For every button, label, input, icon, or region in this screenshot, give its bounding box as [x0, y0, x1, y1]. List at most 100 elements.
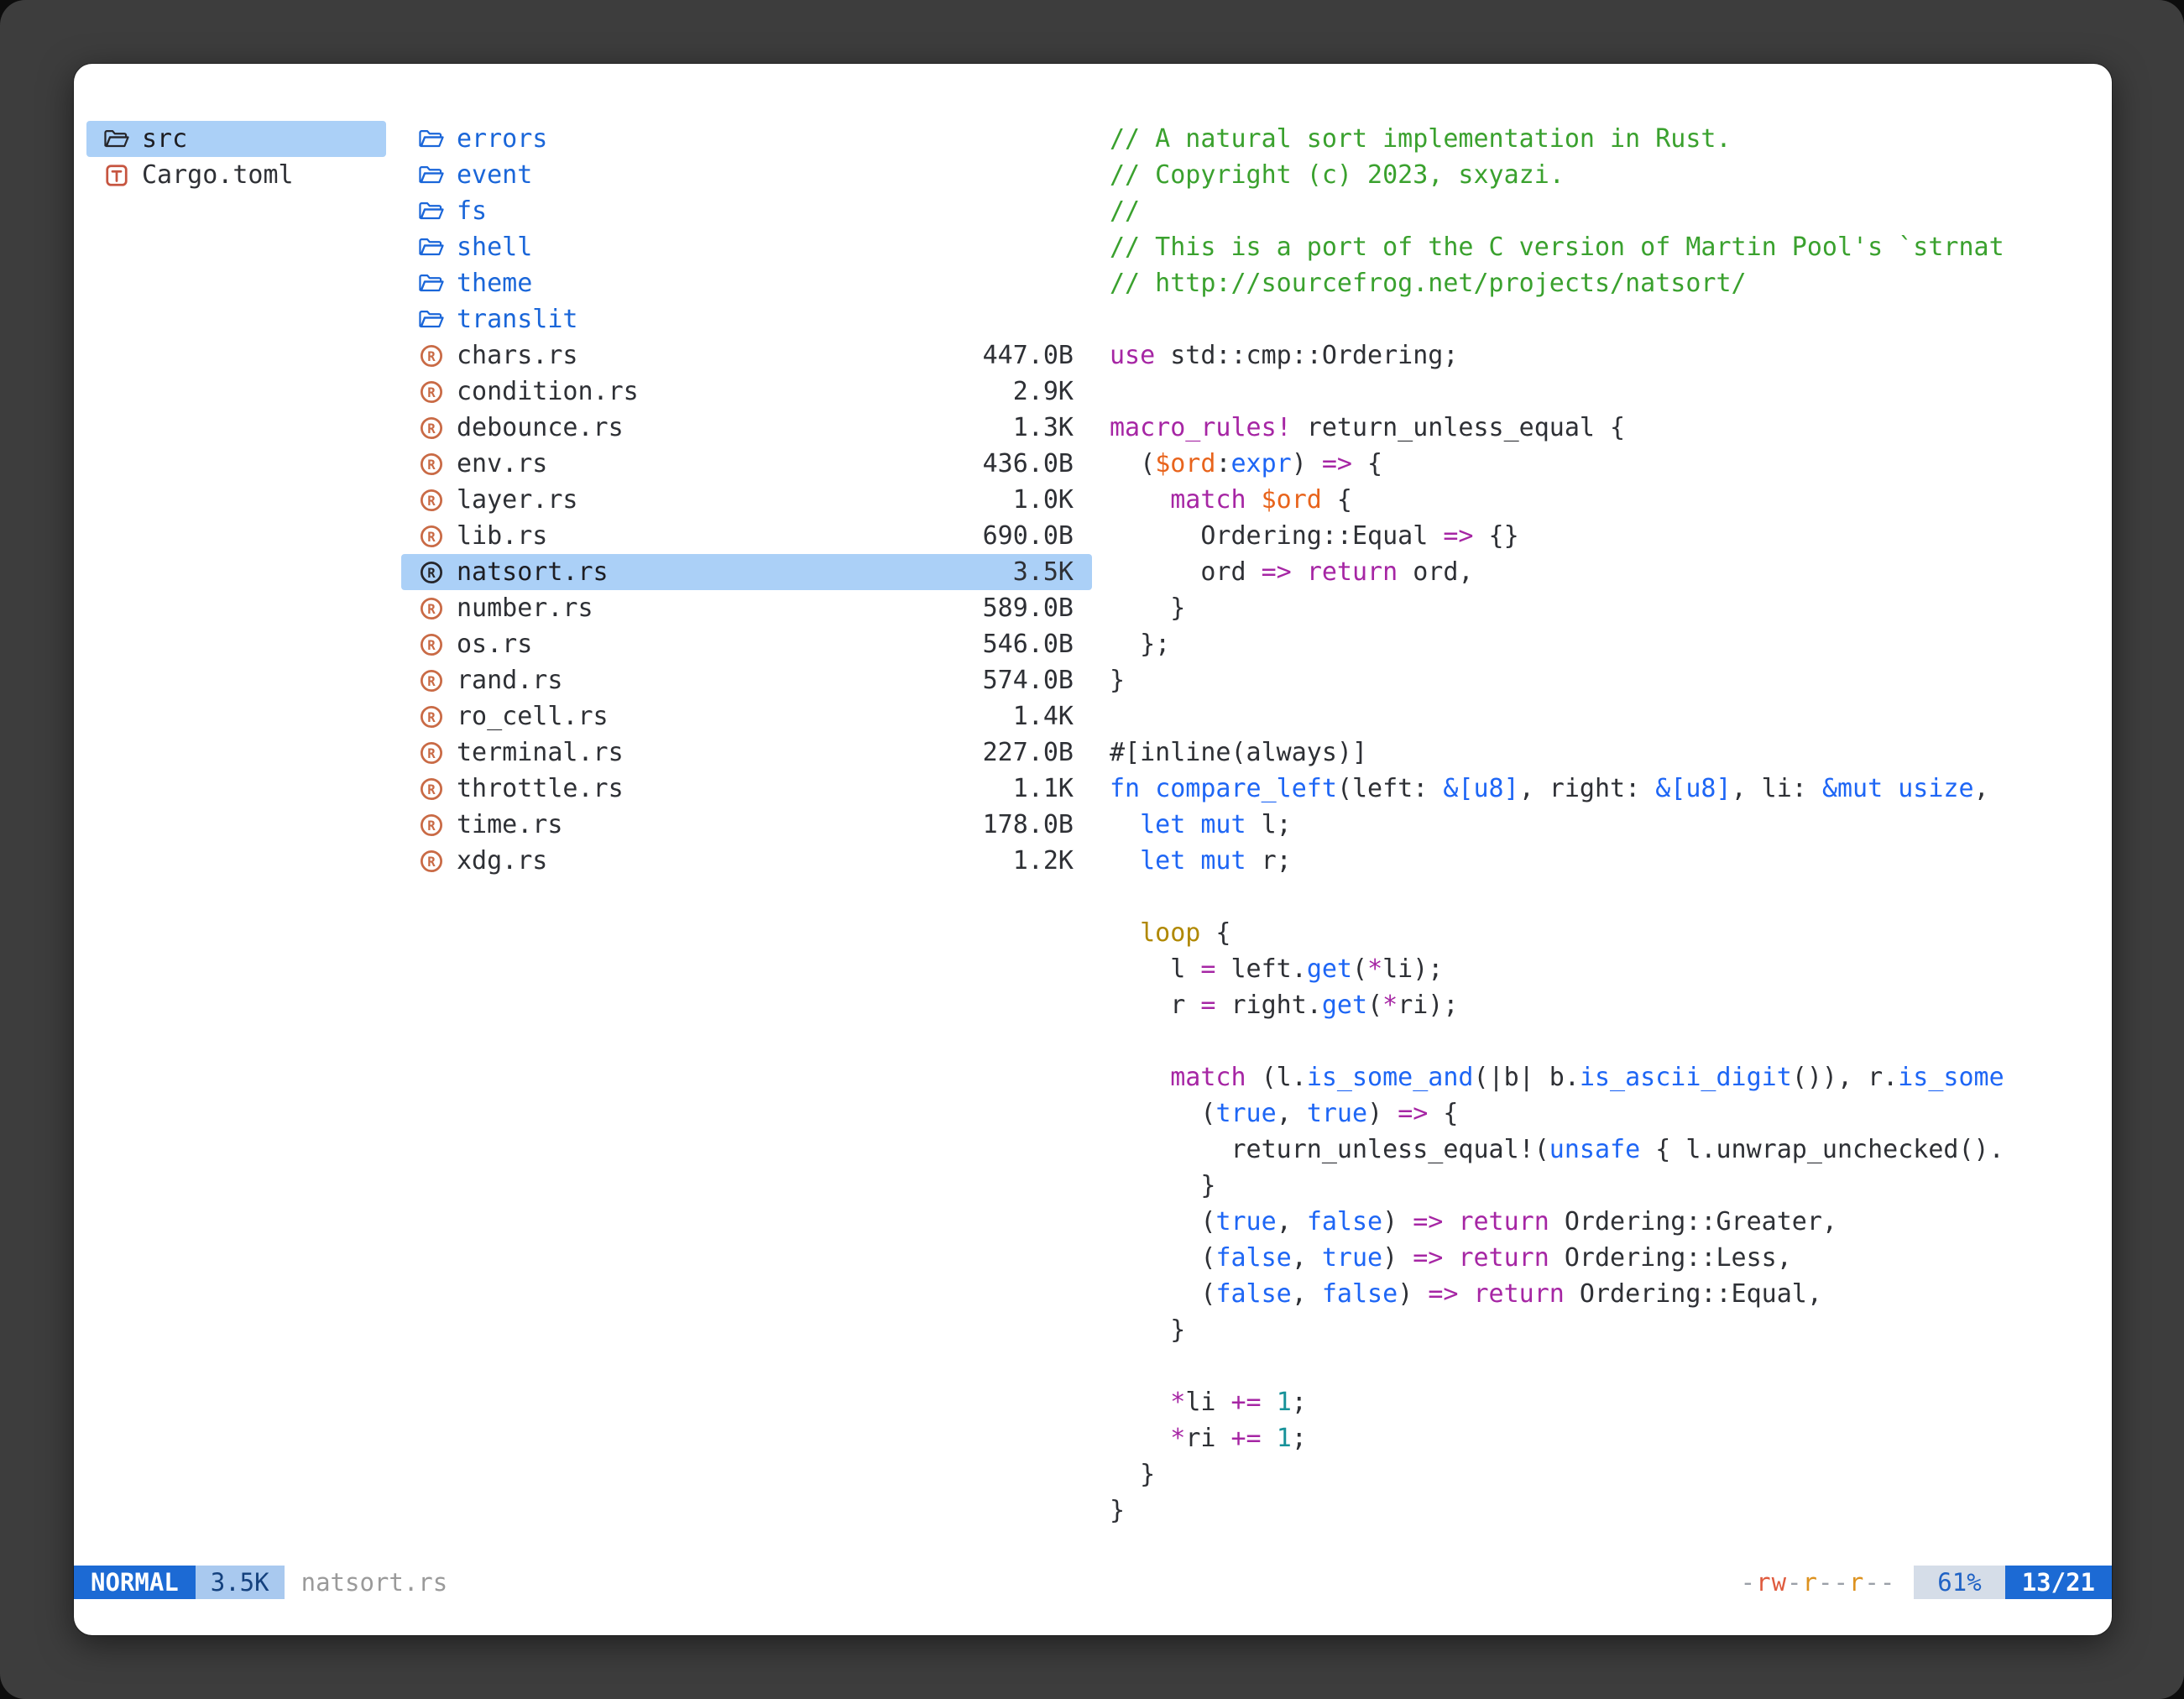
- code-line: [1110, 1023, 2098, 1059]
- entry-size: 1.3K: [1003, 413, 1074, 442]
- code-line: }: [1110, 662, 2098, 698]
- rust-gear-icon: R: [416, 560, 447, 585]
- cursor-position-badge: 13/21: [2005, 1566, 2112, 1599]
- preview-pane[interactable]: // A natural sort implementation in Rust…: [1110, 121, 2098, 1532]
- entry-name: event: [457, 160, 532, 190]
- svg-text:R: R: [427, 384, 436, 400]
- code-line: (false, false) => return Ordering::Equal…: [1110, 1276, 2098, 1312]
- code-line: match (l.is_some_and(|b| b.is_ascii_digi…: [1110, 1059, 2098, 1095]
- file-row[interactable]: Renv.rs436.0B: [401, 446, 1092, 482]
- folder-open-icon: [416, 308, 447, 332]
- rust-gear-icon: R: [416, 668, 447, 693]
- panes: srcCargo.toml errorsevent fsshellthemetra…: [74, 121, 2112, 1532]
- code-line: }: [1110, 1312, 2098, 1348]
- entry-name: throttle.rs: [457, 774, 624, 803]
- svg-text:R: R: [427, 818, 436, 833]
- file-row[interactable]: Rdebounce.rs 1.3K: [401, 410, 1092, 446]
- code-line: fn compare_left(left: &[u8], right: &[u8…: [1110, 771, 2098, 807]
- entry-name: ro_cell.rs: [457, 702, 609, 731]
- entry-name: debounce.rs: [457, 413, 624, 442]
- parent-pane: srcCargo.toml: [86, 121, 386, 1532]
- svg-text:R: R: [427, 637, 436, 652]
- file-row[interactable]: Ros.rs546.0B: [401, 626, 1092, 662]
- code-line: // http://sourcefrog.net/projects/natsor…: [1110, 265, 2098, 301]
- file-row[interactable]: Rrand.rs574.0B: [401, 662, 1092, 698]
- entry-name: layer.rs: [457, 485, 578, 515]
- rust-gear-icon: R: [416, 740, 447, 766]
- permission-segment: --: [1864, 1568, 1895, 1597]
- permission-segment: r: [1803, 1568, 1818, 1597]
- entry-size: 178.0B: [973, 810, 1074, 839]
- entry-size: 690.0B: [973, 521, 1074, 551]
- code-line: #[inline(always)]: [1110, 734, 2098, 771]
- svg-text:R: R: [427, 348, 436, 363]
- dir-row[interactable]: event: [401, 157, 1092, 193]
- file-row[interactable]: Rlayer.rs1.0K: [401, 482, 1092, 518]
- file-row[interactable]: Rterminal.rs 227.0B: [401, 734, 1092, 771]
- code-line: // A natural sort implementation in Rust…: [1110, 121, 2098, 157]
- file-row[interactable]: Rnumber.rs589.0B: [401, 590, 1092, 626]
- status-bar: NORMAL 3.5K natsort.rs -rw-r--r-- 61% 13…: [74, 1566, 2112, 1599]
- svg-text:R: R: [427, 745, 436, 761]
- permissions-text: -rw-r--r--: [1741, 1566, 1896, 1599]
- entry-size: 1.1K: [1003, 774, 1074, 803]
- file-row[interactable]: Rlib.rs690.0B: [401, 518, 1092, 554]
- folder-open-icon: [416, 200, 447, 223]
- code-line: (true, false) => return Ordering::Greate…: [1110, 1204, 2098, 1240]
- file-row[interactable]: Rro_cell.rs1.4K: [401, 698, 1092, 734]
- dir-row[interactable]: fs: [401, 193, 1092, 229]
- permission-segment: r: [1849, 1568, 1864, 1597]
- code-line: // This is a port of the C version of Ma…: [1110, 229, 2098, 265]
- dir-row[interactable]: shell: [401, 229, 1092, 265]
- entry-size: 1.2K: [1003, 846, 1074, 876]
- permission-segment: -: [1787, 1568, 1802, 1597]
- file-row[interactable]: Cargo.toml: [86, 157, 386, 193]
- entry-name: terminal.rs: [457, 738, 624, 767]
- entry-name: time.rs: [457, 810, 562, 839]
- code-line: [1110, 374, 2098, 410]
- file-row[interactable]: Rcondition.rs2.9K: [401, 374, 1092, 410]
- file-row[interactable]: Rtime.rs 178.0B: [401, 807, 1092, 843]
- code-line: (false, true) => return Ordering::Less,: [1110, 1240, 2098, 1276]
- code-line: Ordering::Equal => {}: [1110, 518, 2098, 554]
- code-line: }: [1110, 1456, 2098, 1493]
- entry-name: fs: [457, 196, 487, 226]
- svg-text:R: R: [427, 457, 436, 472]
- file-row[interactable]: Rthrottle.rs 1.1K: [401, 771, 1092, 807]
- file-row[interactable]: Rxdg.rs1.2K: [401, 843, 1092, 879]
- rust-gear-icon: R: [416, 849, 447, 874]
- code-line: // Copyright (c) 2023, sxyazi.: [1110, 157, 2098, 193]
- entry-name: number.rs: [457, 593, 593, 623]
- file-row[interactable]: Rchars.rs447.0B: [401, 337, 1092, 374]
- rust-gear-icon: R: [416, 343, 447, 369]
- code-line: [1110, 301, 2098, 337]
- rust-gear-icon: R: [416, 704, 447, 729]
- code-line: use std::cmp::Ordering;: [1110, 337, 2098, 374]
- rust-gear-icon: R: [416, 776, 447, 802]
- entry-name: Cargo.toml: [142, 160, 294, 190]
- code-line: //: [1110, 193, 2098, 229]
- folder-open-icon: [416, 164, 447, 187]
- code-line: }: [1110, 1168, 2098, 1204]
- dir-row[interactable]: src: [86, 121, 386, 157]
- entry-size: 1.0K: [1003, 485, 1074, 515]
- code-line: ($ord:expr) => {: [1110, 446, 2098, 482]
- svg-text:R: R: [427, 854, 436, 869]
- entry-size: 436.0B: [973, 449, 1074, 478]
- rust-gear-icon: R: [416, 416, 447, 441]
- dir-row[interactable]: theme: [401, 265, 1092, 301]
- rust-gear-icon: R: [416, 632, 447, 657]
- file-row[interactable]: Rnatsort.rs3.5K: [401, 554, 1092, 590]
- file-size-chip: 3.5K: [196, 1566, 285, 1599]
- rust-gear-icon: R: [416, 813, 447, 838]
- entry-name: chars.rs: [457, 341, 578, 370]
- svg-text:R: R: [427, 565, 436, 580]
- folder-open-icon: [416, 272, 447, 295]
- entry-size: 227.0B: [973, 738, 1074, 767]
- code-line: macro_rules! return_unless_equal {: [1110, 410, 2098, 446]
- dir-row[interactable]: translit: [401, 301, 1092, 337]
- entry-name: lib.rs: [457, 521, 547, 551]
- code-line: let mut l;: [1110, 807, 2098, 843]
- code-line: [1110, 1348, 2098, 1384]
- dir-row[interactable]: errors: [401, 121, 1092, 157]
